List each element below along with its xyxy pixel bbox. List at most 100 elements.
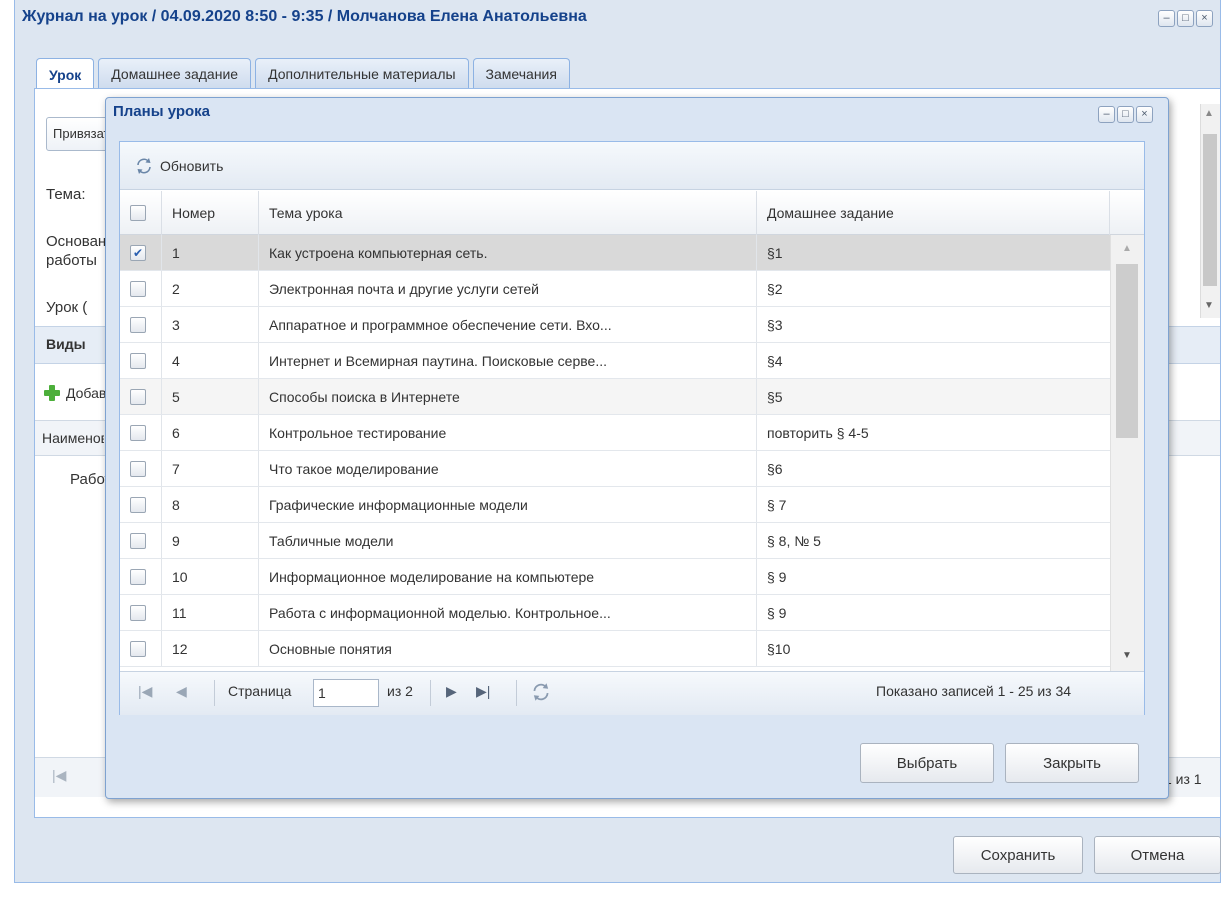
row-topic-cell: Информационное моделирование на компьюте… [259, 559, 757, 594]
page-of-label: из 2 [387, 683, 413, 699]
row-topic: Основные понятия [269, 640, 392, 657]
grid-toolbar [120, 142, 1144, 190]
row-topic-cell: Аппаратное и программное обеспечение сет… [259, 307, 757, 342]
row-checkbox-cell[interactable] [120, 451, 162, 486]
row-number: 9 [162, 523, 259, 558]
scroll-down-icon[interactable]: ▼ [1122, 650, 1132, 661]
save-button[interactable]: Сохранить [953, 836, 1083, 874]
tab-extra-materials[interactable]: Дополнительные материалы [255, 58, 469, 88]
header-homework[interactable]: Домашнее задание [757, 191, 1110, 235]
add-icon[interactable] [42, 383, 62, 403]
scroll-down-icon[interactable]: ▼ [1204, 300, 1214, 311]
close-icon[interactable]: × [1196, 10, 1213, 27]
types-grid-row[interactable]: Работа [70, 471, 106, 488]
row-homework: §1 [767, 244, 783, 261]
types-pager-info: 1 из 1 [1164, 771, 1202, 787]
table-row[interactable]: ✔ 1 Как устроена компьютерная сеть. §1 [120, 235, 1110, 271]
table-row[interactable]: 6 Контрольное тестирование повторить § 4-5 [120, 415, 1110, 451]
refresh-icon[interactable] [530, 681, 552, 703]
select-button[interactable]: Выбрать [860, 743, 994, 783]
table-row[interactable]: 12 Основные понятия §10 [120, 631, 1110, 667]
row-homework: §6 [767, 460, 783, 477]
next-page-icon[interactable]: ▶ [446, 683, 457, 700]
add-button-label[interactable]: Добавить [66, 385, 106, 401]
first-page-icon[interactable]: |◀ [138, 683, 152, 700]
table-row[interactable]: 2 Электронная почта и другие услуги сетей… [120, 271, 1110, 307]
last-page-icon[interactable]: ▶| [476, 683, 490, 700]
row-topic: Работа с информационной моделью. Контрол… [269, 604, 611, 621]
close-button[interactable]: Закрыть [1005, 743, 1139, 783]
table-row[interactable]: 11 Работа с информационной моделью. Контр… [120, 595, 1110, 631]
row-checkbox-cell[interactable]: ✔ [120, 235, 162, 270]
checkbox-icon[interactable] [130, 460, 146, 477]
row-checkbox-cell[interactable] [120, 487, 162, 522]
row-topic: Графические информационные модели [269, 496, 528, 513]
row-checkbox-cell[interactable] [120, 559, 162, 594]
maximize-icon[interactable]: □ [1177, 10, 1194, 27]
row-number: 3 [162, 307, 259, 342]
grid-scrollbar-thumb[interactable] [1116, 264, 1138, 438]
checkbox-icon[interactable] [130, 604, 146, 621]
tab-lesson[interactable]: Урок [36, 58, 95, 90]
row-checkbox-cell[interactable] [120, 523, 162, 558]
checkbox-icon[interactable] [130, 568, 146, 585]
types-grid-column-name[interactable]: Наименование [42, 430, 104, 446]
first-page-icon[interactable]: |◀ [52, 767, 66, 784]
table-row[interactable]: 3 Аппаратное и программное обеспечение се… [120, 307, 1110, 343]
checkbox-icon[interactable]: ✔ [130, 244, 146, 261]
pager-separator [430, 680, 431, 706]
checkbox-icon[interactable] [130, 640, 146, 657]
maximize-icon[interactable]: □ [1117, 106, 1134, 123]
minimize-icon[interactable]: – [1158, 10, 1175, 27]
tab-remarks[interactable]: Замечания [472, 58, 570, 88]
row-homework: §4 [767, 352, 783, 369]
grid-rows: ✔ 1 Как устроена компьютерная сеть. §1 2 Элек… [120, 235, 1110, 671]
row-number: 11 [162, 595, 259, 630]
row-checkbox-cell[interactable] [120, 271, 162, 306]
checkbox-icon[interactable] [130, 316, 146, 333]
checkbox-icon[interactable] [130, 280, 146, 297]
prev-page-icon[interactable]: ◀ [176, 683, 187, 700]
table-row[interactable]: 7 Что такое моделирование §6 [120, 451, 1110, 487]
row-topic-cell: Как устроена компьютерная сеть. [259, 235, 757, 270]
header-number[interactable]: Номер [162, 191, 259, 235]
row-topic-cell: Способы поиска в Интернете [259, 379, 757, 414]
checkbox-icon[interactable] [130, 388, 146, 405]
table-row[interactable]: 5 Способы поиска в Интернете §5 [120, 379, 1110, 415]
form-scrollbar-thumb[interactable] [1203, 134, 1217, 286]
row-number: 12 [162, 631, 259, 666]
dialog-title: Планы урока [113, 103, 211, 120]
header-topic[interactable]: Тема урока [259, 191, 757, 235]
close-icon[interactable]: × [1136, 106, 1153, 123]
table-row[interactable]: 4 Интернет и Всемирная паутина. Поисковые… [120, 343, 1110, 379]
row-number: 4 [162, 343, 259, 378]
table-row[interactable]: 8 Графические информационные модели § 7 [120, 487, 1110, 523]
scroll-up-icon[interactable]: ▲ [1204, 108, 1214, 119]
tab-homework[interactable]: Домашнее задание [98, 58, 252, 88]
table-row[interactable]: 10 Информационное моделирование на компью… [120, 559, 1110, 595]
row-topic: Информационное моделирование на компьюте… [269, 568, 595, 585]
header-select-all[interactable] [120, 191, 162, 235]
table-row[interactable]: 9 Табличные модели § 8, № 5 [120, 523, 1110, 559]
minimize-icon[interactable]: – [1098, 106, 1115, 123]
refresh-button[interactable]: Обновить [134, 156, 223, 176]
row-checkbox-cell[interactable] [120, 343, 162, 378]
tab-bar: Урок Домашнее задание Дополнительные мат… [36, 58, 570, 90]
row-checkbox-cell[interactable] [120, 595, 162, 630]
row-number: 6 [162, 415, 259, 450]
pager-separator [214, 680, 215, 706]
row-checkbox-cell[interactable] [120, 307, 162, 342]
checkbox-icon[interactable] [130, 352, 146, 369]
row-checkbox-cell[interactable] [120, 631, 162, 666]
page-number-input[interactable] [313, 679, 379, 707]
window-title: Журнал на урок / 04.09.2020 8:50 - 9:35 … [22, 8, 587, 25]
row-checkbox-cell[interactable] [120, 415, 162, 450]
row-checkbox-cell[interactable] [120, 379, 162, 414]
cancel-button[interactable]: Отмена [1094, 836, 1221, 874]
row-topic: Что такое моделирование [269, 460, 439, 477]
checkbox-icon[interactable] [130, 205, 146, 221]
checkbox-icon[interactable] [130, 496, 146, 513]
scroll-up-icon[interactable]: ▲ [1122, 243, 1132, 254]
checkbox-icon[interactable] [130, 424, 146, 441]
checkbox-icon[interactable] [130, 532, 146, 549]
